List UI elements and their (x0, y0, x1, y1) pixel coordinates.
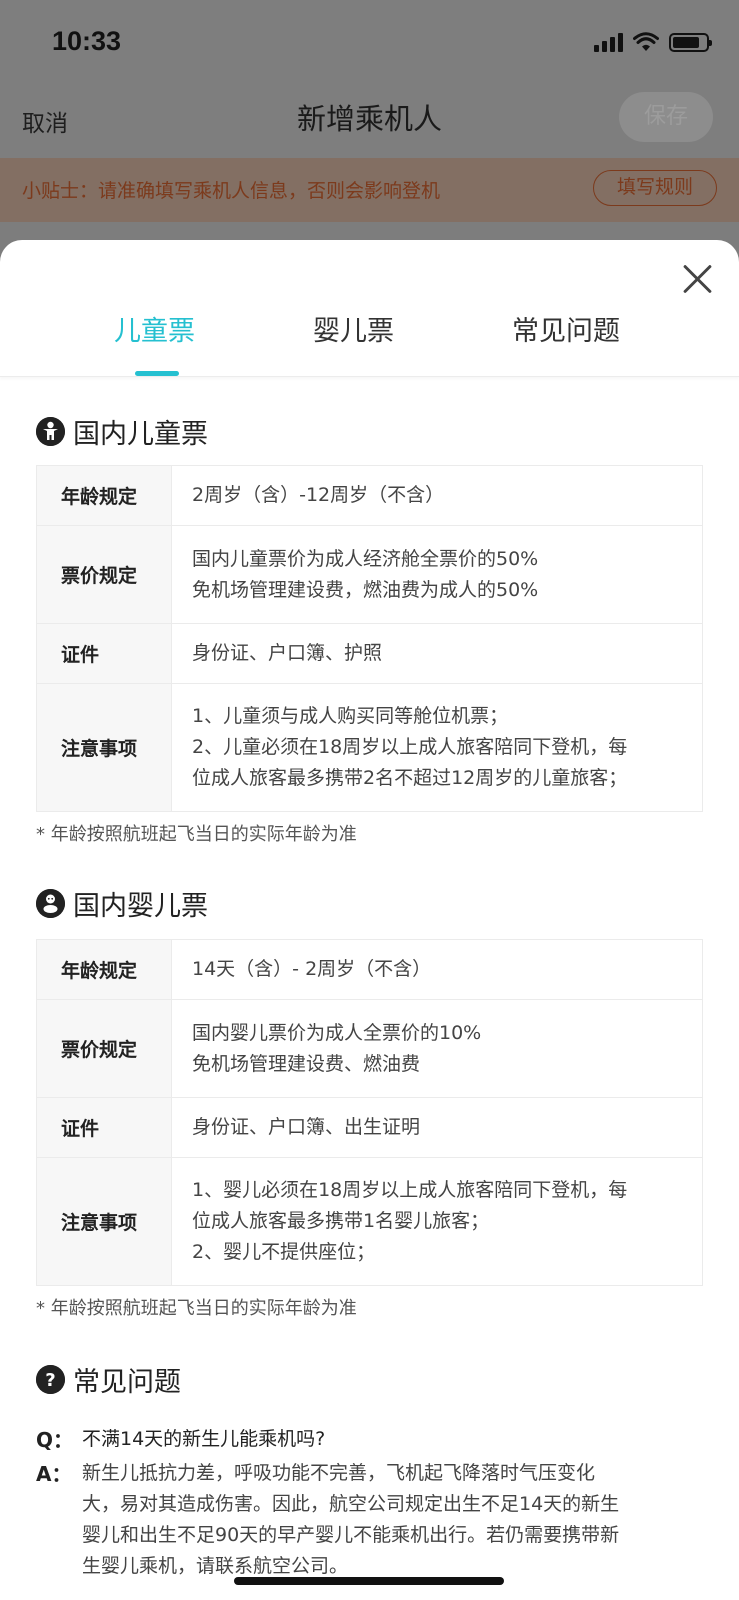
row-value-line: 位成人旅客最多携带1名婴儿旅客； (192, 1210, 490, 1232)
row-value-line: 免机场管理建设费、燃油费 (192, 1052, 421, 1075)
row-key: 票价规定 (36, 999, 172, 1098)
row-value: 身份证、户口簿、出生证明 (171, 1097, 703, 1158)
answer-line: 婴儿和出生不足90天的早产婴儿不能乘机出行。若仍需要携带新 (82, 1524, 620, 1546)
row-key: 注意事项 (36, 683, 172, 812)
row-value: 2周岁（含）-12周岁（不含） (171, 465, 703, 526)
question-mark-label: Q： (36, 1428, 74, 1452)
row-value: 国内儿童票价为成人经济舱全票价的50% 免机场管理建设费，燃油费为成人的50% (171, 525, 703, 624)
svg-text:?: ? (45, 1370, 55, 1391)
answer-text: 新生儿抵抗力差，呼吸功能不完善，飞机起飞降落时气压变化 大，易对其造成伤害。因此… (82, 1458, 682, 1582)
child-icon (36, 417, 65, 446)
battery-icon (669, 32, 712, 52)
wifi-icon (633, 32, 659, 51)
infant-section-heading: 国内婴儿票 (36, 884, 208, 923)
child-section-heading: 国内儿童票 (36, 412, 208, 451)
row-value: 1、儿童须与成人购买同等舱位机票； 2、儿童必须在18周岁以上成人旅客陪同下登机… (171, 683, 703, 812)
child-age-note: * 年龄按照航班起飞当日的实际年龄为准 (36, 824, 357, 845)
child-section-title: 国内儿童票 (73, 419, 208, 450)
row-key: 票价规定 (36, 525, 172, 624)
row-value-line: 身份证、户口簿、护照 (192, 642, 383, 664)
table-row: 年龄规定 2周岁（含）-12周岁（不含） (36, 465, 703, 526)
active-tab-indicator (135, 371, 179, 376)
row-value-line: 国内婴儿票价为成人全票价的10% (192, 1021, 482, 1044)
status-time: 10:33 (52, 26, 122, 56)
row-value-line: 2周岁（含）-12周岁（不含） (192, 484, 445, 506)
faq-answer: A： 新生儿抵抗力差，呼吸功能不完善，飞机起飞降落时气压变化 大，易对其造成伤害… (36, 1458, 682, 1582)
row-key: 注意事项 (36, 1157, 172, 1286)
infant-rules-table: 年龄规定 14天（含）- 2周岁（不含） 票价规定 国内婴儿票价为成人全票价的1… (36, 939, 703, 1286)
table-row: 证件 身份证、户口簿、出生证明 (36, 1097, 703, 1158)
question-icon: ? (36, 1365, 65, 1394)
tab-infant-ticket[interactable]: 婴儿票 (313, 309, 394, 348)
table-row: 注意事项 1、儿童须与成人购买同等舱位机票； 2、儿童必须在18周岁以上成人旅客… (36, 683, 703, 812)
row-value-line: 1、儿童须与成人购买同等舱位机票； (192, 705, 509, 727)
answer-line: 大，易对其造成伤害。因此，航空公司规定出生不足14天的新生 (82, 1493, 620, 1515)
tab-child-ticket[interactable]: 儿童票 (114, 309, 195, 348)
close-icon[interactable] (679, 260, 717, 298)
row-key: 证件 (36, 1097, 172, 1158)
table-row: 年龄规定 14天（含）- 2周岁（不含） (36, 939, 703, 1000)
tab-faq[interactable]: 常见问题 (512, 309, 620, 348)
row-value-line: 2、儿童必须在18周岁以上成人旅客陪同下登机，每 (192, 736, 628, 758)
row-value: 国内婴儿票价为成人全票价的10% 免机场管理建设费、燃油费 (171, 999, 703, 1098)
question-text: 不满14天的新生儿能乘机吗? (82, 1428, 326, 1450)
infant-section-title: 国内婴儿票 (73, 891, 208, 922)
row-value-line: 14天（含）- 2周岁（不含） (192, 958, 432, 980)
faq-question: Q： 不满14天的新生儿能乘机吗? (36, 1424, 325, 1453)
faq-section-heading: ? 常见问题 (36, 1360, 181, 1399)
row-value-line: 位成人旅客最多携带2名不超过12周岁的儿童旅客； (192, 767, 628, 789)
signal-icon (594, 32, 623, 52)
row-value-line: 免机场管理建设费，燃油费为成人的50% (192, 578, 539, 601)
row-key: 证件 (36, 623, 172, 684)
answer-line: 新生儿抵抗力差，呼吸功能不完善，飞机起飞降落时气压变化 (82, 1462, 596, 1484)
row-value-line: 1、婴儿必须在18周岁以上成人旅客陪同下登机，每 (192, 1179, 628, 1201)
status-icons (594, 32, 712, 52)
home-indicator[interactable] (234, 1577, 504, 1585)
row-value: 1、婴儿必须在18周岁以上成人旅客陪同下登机，每 位成人旅客最多携带1名婴儿旅客… (171, 1157, 703, 1286)
faq-section-title: 常见问题 (73, 1367, 181, 1398)
fill-rules-button[interactable]: 填写规则 (593, 170, 717, 206)
row-key: 年龄规定 (36, 939, 172, 1000)
row-value: 14天（含）- 2周岁（不含） (171, 939, 703, 1000)
infant-age-note: * 年龄按照航班起飞当日的实际年龄为准 (36, 1298, 357, 1319)
rules-sheet: 儿童票 婴儿票 常见问题 国内儿童票 年龄规定 2周岁（含）-12周岁（不含） … (0, 240, 739, 1600)
child-rules-table: 年龄规定 2周岁（含）-12周岁（不含） 票价规定 国内儿童票价为成人经济舱全票… (36, 465, 703, 812)
tab-bar: 儿童票 婴儿票 常见问题 (0, 295, 739, 377)
save-button[interactable]: 保存 (619, 92, 713, 142)
row-value-line: 2、婴儿不提供座位； (192, 1241, 376, 1263)
baby-icon (36, 889, 65, 918)
status-bar: 10:33 (0, 0, 739, 90)
row-key: 年龄规定 (36, 465, 172, 526)
tip-banner: 小贴士：请准确填写乘机人信息，否则会影响登机 填写规则 (0, 158, 739, 222)
row-value-line: 身份证、户口簿、出生证明 (192, 1116, 421, 1138)
answer-mark-label: A： (36, 1462, 72, 1486)
table-row: 注意事项 1、婴儿必须在18周岁以上成人旅客陪同下登机，每 位成人旅客最多携带1… (36, 1157, 703, 1286)
row-value-line: 国内儿童票价为成人经济舱全票价的50% (192, 547, 539, 570)
nav-bar: 取消 新增乘机人 保存 (0, 90, 739, 158)
table-row: 票价规定 国内婴儿票价为成人全票价的10% 免机场管理建设费、燃油费 (36, 999, 703, 1098)
row-value: 身份证、户口簿、护照 (171, 623, 703, 684)
tip-text: 小贴士：请准确填写乘机人信息，否则会影响登机 (22, 180, 441, 202)
table-row: 票价规定 国内儿童票价为成人经济舱全票价的50% 免机场管理建设费，燃油费为成人… (36, 525, 703, 624)
table-row: 证件 身份证、户口簿、护照 (36, 623, 703, 684)
